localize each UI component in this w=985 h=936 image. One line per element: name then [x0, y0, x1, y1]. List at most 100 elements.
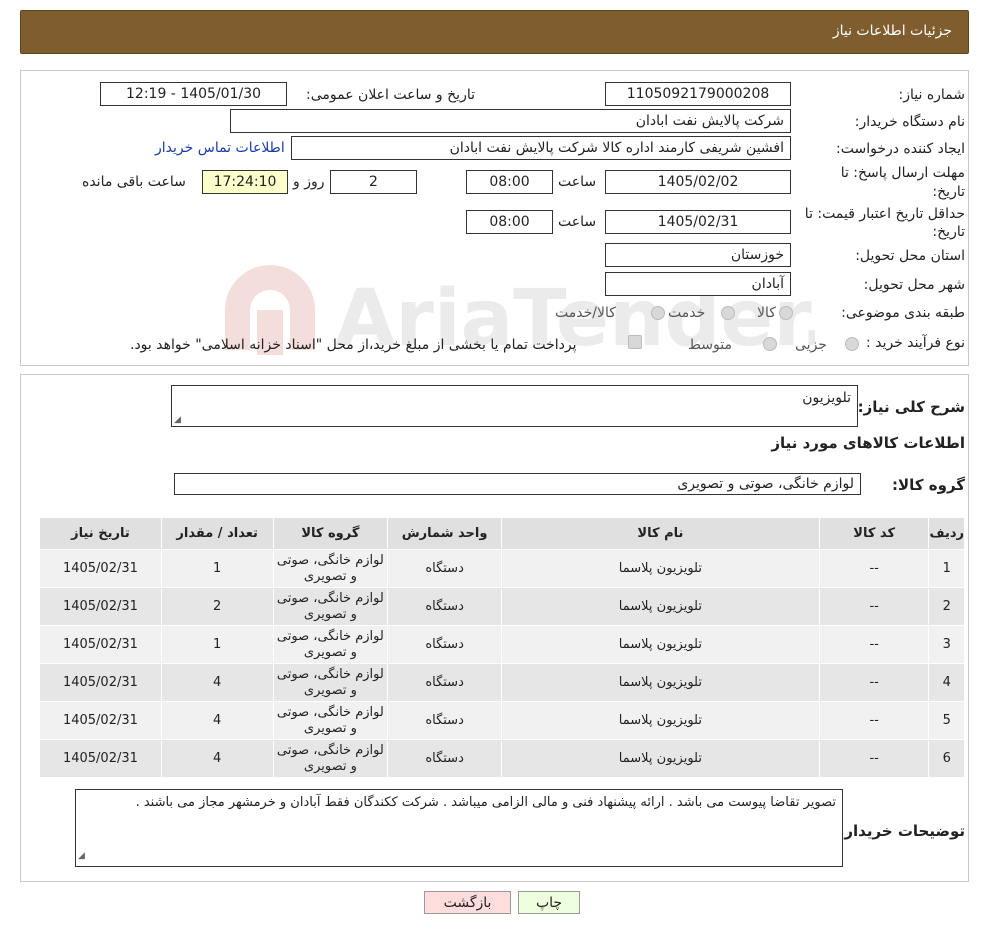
announce-label: تاریخ و ساعت اعلان عمومی:: [306, 87, 475, 103]
validity-date-field: 1405/02/31: [605, 210, 791, 234]
city-field: آبادان: [605, 272, 791, 296]
goods-group-label: گروه کالا:: [892, 476, 965, 494]
cell-group: لوازم خانگی، صوتی و تصویری: [272, 549, 389, 588]
deadline-time-field: 08:00: [466, 170, 553, 194]
cell-unit: دستگاه: [387, 701, 502, 740]
goods-info-title: اطلاعات کالاهای مورد نیاز: [771, 434, 965, 452]
goods-group-field: لوازم خانگی، صوتی و تصویری: [174, 473, 861, 495]
deadline-label-date: تاریخ:: [932, 184, 965, 200]
purchase-option-medium: متوسط: [688, 337, 732, 353]
category-radio-service[interactable]: [721, 306, 735, 320]
cell-qty: 1: [160, 625, 274, 664]
col-code: کد کالا: [818, 517, 930, 550]
deadline-time-label: ساعت: [558, 174, 597, 190]
cell-qty: 4: [160, 663, 274, 702]
cell-unit: دستگاه: [387, 587, 502, 626]
items-table: ردیف کد کالا نام کالا واحد شمارش گروه کا…: [39, 517, 965, 778]
items-table-body: 1 -- تلویزیون پلاسما دستگاه لوازم خانگی،…: [39, 549, 965, 778]
cell-date: 1405/02/31: [39, 701, 162, 740]
treasury-checkbox[interactable]: [628, 335, 642, 349]
col-date: تاریخ نیاز: [39, 517, 162, 550]
creator-field: افشین شریفی کارمند اداره کالا شرکت پالای…: [291, 136, 791, 160]
cell-code: --: [818, 663, 930, 702]
remaining-time-label: ساعت باقی مانده: [82, 174, 186, 190]
buyer-contact-link[interactable]: اطلاعات تماس خریدار: [155, 140, 285, 156]
announce-field: 1405/01/30 - 12:19: [100, 82, 287, 106]
validity-time-field: 08:00: [466, 210, 553, 234]
cell-code: --: [818, 549, 930, 588]
cell-name: تلویزیون پلاسما: [500, 587, 820, 626]
category-radio-goods-service[interactable]: [651, 306, 665, 320]
cell-row: 5: [928, 701, 965, 740]
purchase-note: پرداخت تمام یا بخشی از مبلغ خرید،از محل …: [130, 337, 577, 353]
deadline-label: مهلت ارسال پاسخ: تا: [840, 165, 965, 181]
cell-date: 1405/02/31: [39, 549, 162, 588]
table-row: 5 -- تلویزیون پلاسما دستگاه لوازم خانگی،…: [39, 701, 965, 740]
cell-group: لوازم خانگی، صوتی و تصویری: [272, 663, 389, 702]
page-header: جزئیات اطلاعات نیاز: [20, 10, 969, 54]
creator-label: ایجاد کننده درخواست:: [836, 141, 965, 157]
cell-qty: 1: [160, 549, 274, 588]
cell-name: تلویزیون پلاسما: [500, 625, 820, 664]
days-remaining-field: 2: [330, 170, 417, 194]
need-number-field: 1105092179000208: [605, 82, 791, 106]
resize-handle-icon[interactable]: ◢: [174, 415, 181, 425]
col-group: گروه کالا: [272, 517, 389, 550]
need-desc-field: تلویزیون ◢: [171, 385, 858, 427]
purchase-radio-medium[interactable]: [763, 337, 777, 351]
cell-row: 1: [928, 549, 965, 588]
cell-row: 3: [928, 625, 965, 664]
cell-code: --: [818, 701, 930, 740]
cell-row: 2: [928, 587, 965, 626]
cell-qty: 2: [160, 587, 274, 626]
category-option-service: خدمت: [668, 305, 706, 321]
cell-group: لوازم خانگی، صوتی و تصویری: [272, 625, 389, 664]
cell-unit: دستگاه: [387, 549, 502, 588]
table-header-row: ردیف کد کالا نام کالا واحد شمارش گروه کا…: [39, 517, 965, 550]
need-desc-label: شرح کلی نیاز:: [857, 398, 965, 416]
col-name: نام کالا: [500, 517, 820, 550]
buyer-org-label: نام دستگاه خریدار:: [854, 114, 965, 130]
print-button[interactable]: چاپ: [518, 891, 580, 914]
cell-code: --: [818, 625, 930, 664]
cell-date: 1405/02/31: [39, 739, 162, 778]
city-label: شهر محل تحویل:: [863, 277, 965, 293]
validity-time-label: ساعت: [558, 214, 597, 230]
need-number-label: شماره نیاز:: [898, 87, 966, 103]
deadline-date-field: 1405/02/02: [605, 170, 791, 194]
cell-group: لوازم خانگی، صوتی و تصویری: [272, 587, 389, 626]
category-option-goods-service: کالا/خدمت: [555, 305, 616, 321]
cell-date: 1405/02/31: [39, 625, 162, 664]
back-button[interactable]: بازگشت: [424, 891, 511, 914]
category-label: طبقه بندی موضوعی:: [841, 305, 965, 321]
province-field: خوزستان: [605, 243, 791, 267]
table-row: 3 -- تلویزیون پلاسما دستگاه لوازم خانگی،…: [39, 625, 965, 664]
table-row: 6 -- تلویزیون پلاسما دستگاه لوازم خانگی،…: [39, 739, 965, 778]
buyer-notes-field: تصویر تقاضا پیوست می باشد . ارائه پیشنها…: [75, 789, 843, 867]
purchase-type-label: نوع فرآیند خرید :: [866, 335, 965, 351]
cell-name: تلویزیون پلاسما: [500, 739, 820, 778]
cell-code: --: [818, 587, 930, 626]
cell-name: تلویزیون پلاسما: [500, 701, 820, 740]
col-unit: واحد شمارش: [387, 517, 502, 550]
need-desc-text: تلویزیون: [802, 390, 851, 406]
remaining-time-field: 17:24:10: [202, 170, 288, 194]
cell-group: لوازم خانگی، صوتی و تصویری: [272, 701, 389, 740]
buyer-org-field: شرکت پالایش نفت ابادان: [230, 109, 791, 133]
purchase-option-minor: جزیی: [795, 337, 827, 353]
cell-date: 1405/02/31: [39, 587, 162, 626]
resize-handle-icon[interactable]: ◢: [78, 847, 85, 865]
category-option-goods: کالا: [757, 305, 776, 321]
cell-unit: دستگاه: [387, 663, 502, 702]
table-row: 1 -- تلویزیون پلاسما دستگاه لوازم خانگی،…: [39, 549, 965, 588]
table-row: 4 -- تلویزیون پلاسما دستگاه لوازم خانگی،…: [39, 663, 965, 702]
cell-row: 6: [928, 739, 965, 778]
category-radio-goods[interactable]: [779, 306, 793, 320]
province-label: استان محل تحویل:: [855, 248, 965, 264]
cell-group: لوازم خانگی، صوتی و تصویری: [272, 739, 389, 778]
cell-date: 1405/02/31: [39, 663, 162, 702]
cell-unit: دستگاه: [387, 739, 502, 778]
cell-qty: 4: [160, 701, 274, 740]
buyer-notes-text: تصویر تقاضا پیوست می باشد . ارائه پیشنها…: [135, 795, 836, 810]
purchase-radio-minor[interactable]: [845, 337, 859, 351]
